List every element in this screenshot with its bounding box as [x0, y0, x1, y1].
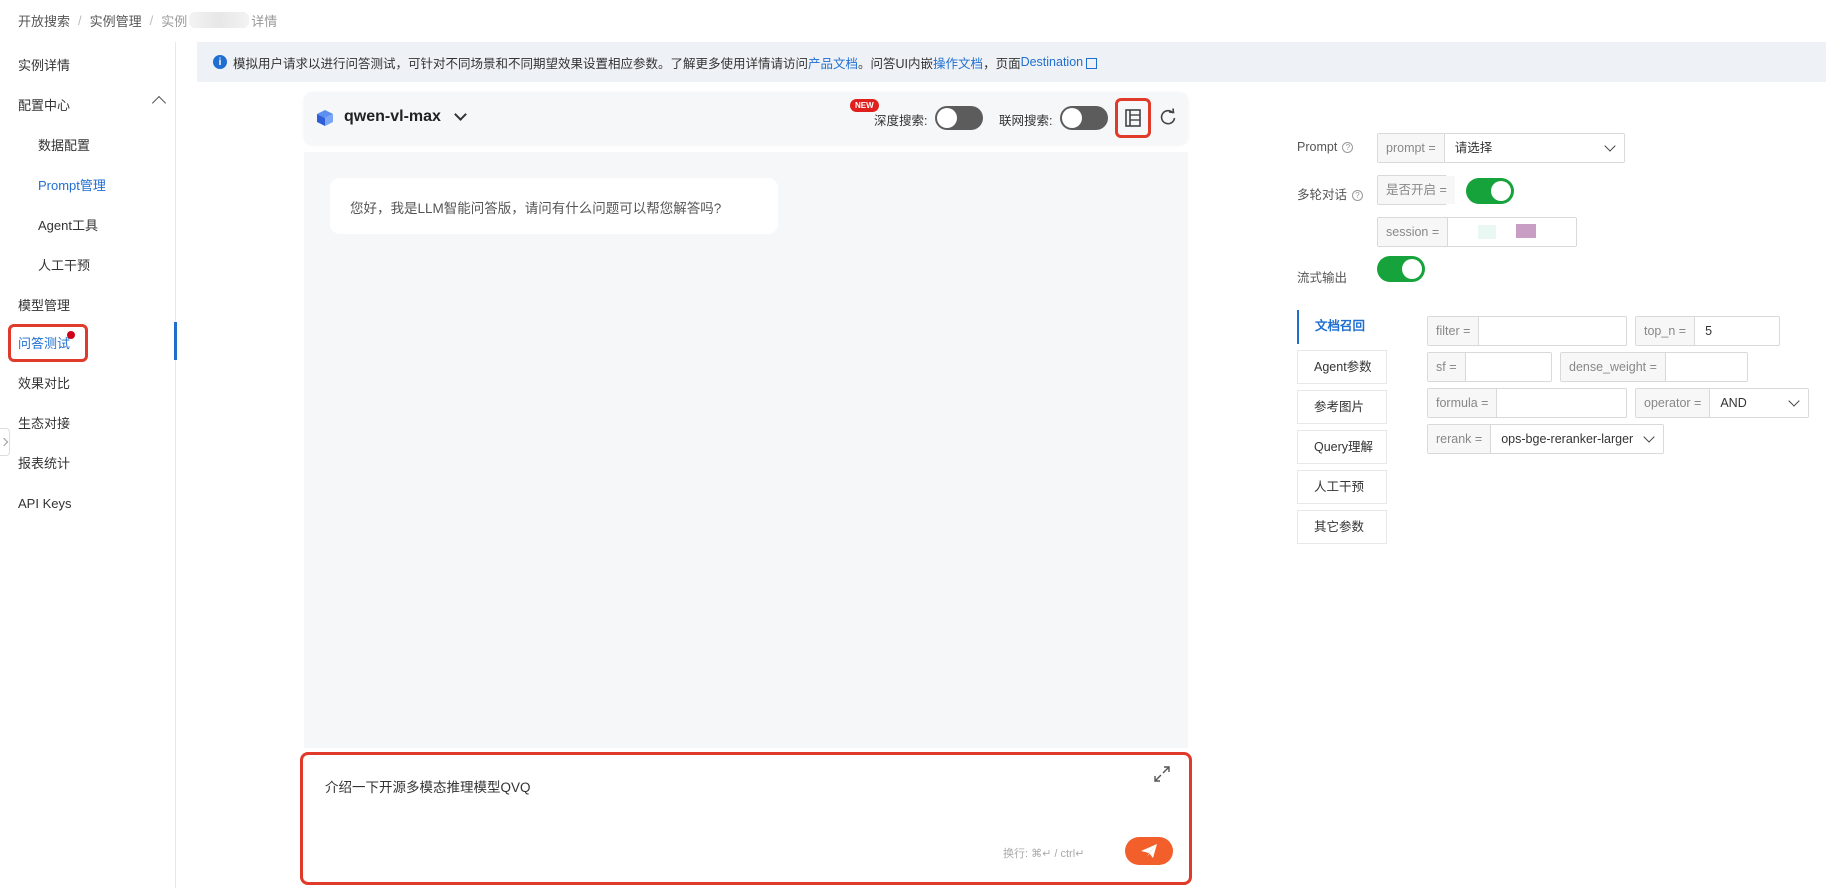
tab-human-intervention[interactable]: 人工干预: [1297, 470, 1387, 504]
chat-header: qwen-vl-max NEW 深度搜索: 联网搜索:: [304, 92, 1188, 144]
topn-field[interactable]: top_n = 5: [1635, 316, 1780, 346]
info-text-2: 。问答UI内嵌: [858, 56, 934, 71]
expand-icon[interactable]: [1153, 765, 1171, 783]
web-search-toggle[interactable]: [1060, 106, 1108, 130]
operation-docs-link[interactable]: 操作文档: [933, 53, 983, 72]
filter-field[interactable]: filter =: [1427, 316, 1627, 346]
multiturn-label-text: 多轮对话: [1297, 188, 1348, 202]
list-icon: [1125, 109, 1141, 127]
deep-search-toggle[interactable]: [935, 106, 983, 130]
chevron-down-icon[interactable]: [454, 108, 467, 121]
tab-query-understanding[interactable]: Query理解: [1297, 430, 1387, 464]
refresh-icon[interactable]: [1159, 108, 1177, 126]
send-icon: [1141, 844, 1157, 858]
redacted-block: [1478, 225, 1497, 239]
breadcrumb-open-search[interactable]: 开放搜索: [18, 11, 70, 30]
info-text: 模拟用户请求以进行问答测试，可针对不同场景和不同期望效果设置相应参数。了解更多使…: [233, 56, 809, 71]
breadcrumb-instance-prefix: 实例: [161, 13, 188, 29]
nav-api-keys[interactable]: API Keys: [18, 492, 71, 516]
chat-area: 您好，我是LLM智能问答版，请问有什么问题可以帮您解答吗?: [304, 152, 1188, 748]
breadcrumb-detail: 详情: [251, 13, 278, 29]
prompt-select[interactable]: prompt = 请选择: [1377, 133, 1625, 163]
operator-key: operator =: [1636, 389, 1711, 417]
dense-weight-key: dense_weight =: [1561, 353, 1666, 381]
nav-human-intervention[interactable]: 人工干预: [38, 254, 90, 278]
sf-key: sf =: [1428, 353, 1466, 381]
nav-ecosystem[interactable]: 生态对接: [18, 412, 70, 436]
notification-dot: [67, 331, 75, 339]
destination-link[interactable]: Destination: [1021, 55, 1084, 69]
sf-field[interactable]: sf =: [1427, 352, 1552, 382]
tab-agent-params[interactable]: Agent参数: [1297, 350, 1387, 384]
breadcrumb-instance-mgmt[interactable]: 实例管理: [90, 11, 142, 30]
question-input[interactable]: 介绍一下开源多模态推理模型QVQ: [325, 776, 531, 796]
deep-search-label: 深度搜索:: [874, 114, 928, 128]
assistant-greeting: 您好，我是LLM智能问答版，请问有什么问题可以帮您解答吗?: [330, 178, 778, 234]
filter-key: filter =: [1428, 317, 1480, 345]
topn-input[interactable]: 5: [1695, 317, 1779, 345]
session-value-redacted[interactable]: [1448, 218, 1576, 246]
tab-doc-recall[interactable]: 文档召回: [1297, 310, 1387, 344]
chevron-up-icon[interactable]: [151, 95, 167, 111]
info-banner: i 模拟用户请求以进行问答测试，可针对不同场景和不同期望效果设置相应参数。了解更…: [197, 42, 1826, 82]
nav-agent-tools[interactable]: Agent工具: [38, 214, 98, 238]
prompt-param-label: Prompt?: [1297, 140, 1354, 154]
sf-input[interactable]: [1466, 353, 1552, 381]
enable-key: 是否开启 =: [1378, 176, 1455, 204]
model-cube-icon: [317, 110, 333, 126]
nav-data-config[interactable]: 数据配置: [38, 134, 90, 158]
rerank-select[interactable]: rerank = ops-bge-reranker-larger: [1427, 424, 1664, 454]
prompt-label-text: Prompt: [1297, 140, 1338, 154]
nav-effect-compare[interactable]: 效果对比: [18, 372, 70, 396]
nav-model-mgmt[interactable]: 模型管理: [18, 294, 70, 318]
nav-reports[interactable]: 报表统计: [18, 452, 70, 476]
reference-list-button[interactable]: [1115, 98, 1151, 138]
sidebar-collapse-handle[interactable]: [0, 428, 10, 456]
breadcrumb-separator: /: [78, 12, 82, 28]
redacted-block: [1516, 224, 1537, 238]
rerank-key: rerank =: [1428, 425, 1492, 453]
nav-prompt-mgmt[interactable]: Prompt管理: [38, 174, 106, 198]
enable-key-box: 是否开启 =: [1377, 175, 1455, 205]
side-navigation: 实例详情 配置中心 数据配置 Prompt管理 Agent工具 人工干预 模型管…: [0, 42, 177, 888]
redacted-instance-id: [189, 12, 250, 28]
topn-key: top_n =: [1636, 317, 1696, 345]
tab-reference-images[interactable]: 参考图片: [1297, 390, 1387, 424]
nav-config-center[interactable]: 配置中心: [18, 94, 70, 118]
operator-select[interactable]: operator = AND: [1635, 388, 1809, 418]
formula-key: formula =: [1428, 389, 1498, 417]
newline-hint: 换行: ⌘↵ / ctrl↵: [1003, 848, 1085, 860]
external-link-icon[interactable]: [1086, 57, 1098, 69]
stream-output-label: 流式输出: [1297, 271, 1348, 285]
help-icon[interactable]: ?: [1342, 142, 1354, 154]
send-button[interactable]: [1125, 837, 1173, 865]
session-key: session =: [1378, 218, 1449, 246]
prompt-key: prompt =: [1378, 134, 1445, 162]
nav-instance-detail[interactable]: 实例详情: [18, 54, 70, 78]
product-docs-link[interactable]: 产品文档: [808, 53, 858, 72]
tab-other-params[interactable]: 其它参数: [1297, 510, 1387, 544]
info-text-3: ，页面: [983, 56, 1021, 71]
multiturn-label: 多轮对话?: [1297, 184, 1364, 203]
stream-output-toggle[interactable]: [1377, 256, 1425, 282]
dense-weight-field[interactable]: dense_weight =: [1560, 352, 1748, 382]
multiturn-toggle[interactable]: [1466, 178, 1514, 204]
prompt-value[interactable]: 请选择: [1445, 134, 1624, 162]
qa-test-highlight: [8, 324, 88, 362]
rerank-value[interactable]: ops-bge-reranker-larger: [1491, 425, 1663, 453]
active-nav-indicator: [174, 322, 177, 360]
breadcrumb-separator: /: [149, 12, 154, 28]
web-search-label: 联网搜索:: [999, 114, 1053, 128]
dense-weight-input[interactable]: [1666, 353, 1747, 381]
breadcrumb: 开放搜索 / 实例管理 / 实例 详情: [18, 10, 277, 30]
filter-input[interactable]: [1479, 317, 1626, 345]
session-field[interactable]: session =: [1377, 217, 1577, 247]
formula-field[interactable]: formula =: [1427, 388, 1627, 418]
formula-input[interactable]: [1497, 389, 1626, 417]
question-input-area[interactable]: 介绍一下开源多模态推理模型QVQ 换行: ⌘↵ / ctrl↵: [300, 752, 1192, 885]
model-selector[interactable]: qwen-vl-max: [344, 108, 441, 126]
help-icon[interactable]: ?: [1352, 190, 1364, 202]
info-icon: i: [213, 55, 227, 69]
